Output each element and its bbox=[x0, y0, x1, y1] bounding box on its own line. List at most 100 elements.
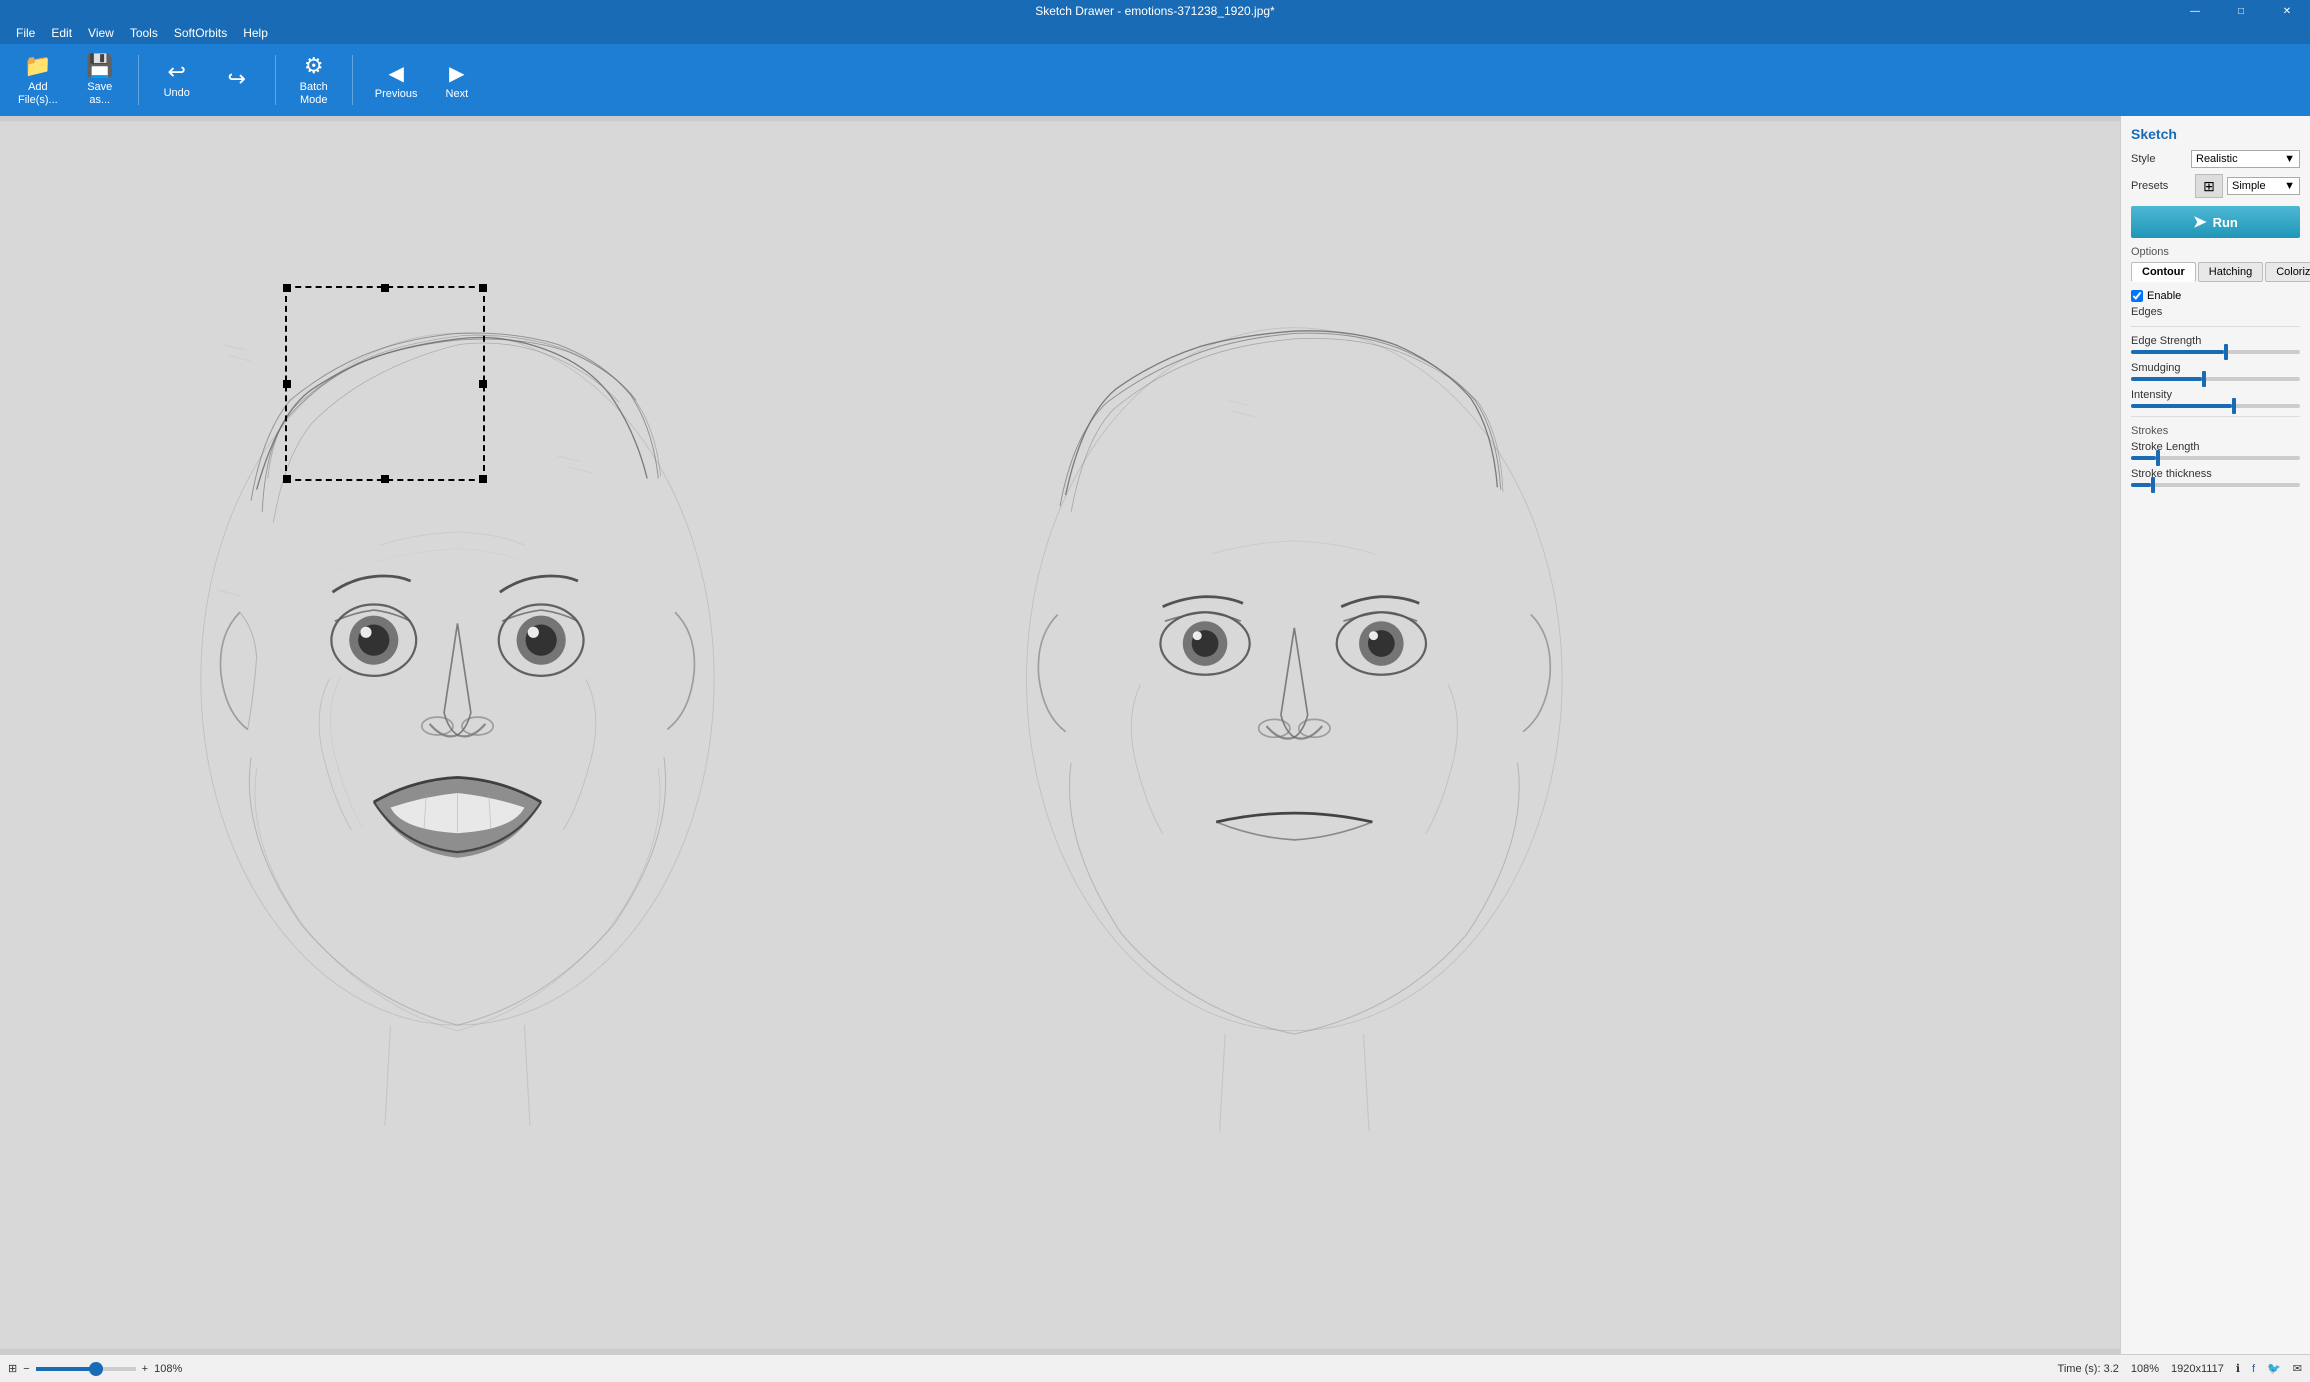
status-bar: ⊞ − + 108% Time (s): 3.2 108% 1920x1117 … bbox=[0, 1354, 2310, 1382]
tab-contour[interactable]: Contour bbox=[2131, 262, 2196, 282]
edge-strength-track[interactable] bbox=[2131, 350, 2300, 354]
add-files-label: AddFile(s)... bbox=[18, 81, 58, 107]
stroke-thickness-track[interactable] bbox=[2131, 483, 2300, 487]
zoom-slider-thumb[interactable] bbox=[89, 1362, 103, 1376]
next-icon: ▶ bbox=[449, 61, 464, 86]
enable-edges-row: Enable bbox=[2131, 290, 2300, 302]
facebook-icon[interactable]: f bbox=[2252, 1363, 2255, 1375]
edges-label: Edges bbox=[2131, 306, 2300, 318]
intensity-thumb[interactable] bbox=[2232, 398, 2236, 414]
presets-value: Simple bbox=[2232, 180, 2266, 192]
toolbar-divider-1 bbox=[138, 55, 139, 105]
presets-icon-btn[interactable]: ⊞ bbox=[2195, 174, 2223, 198]
presets-dropdown-arrow: ▼ bbox=[2284, 180, 2295, 192]
menu-file[interactable]: File bbox=[8, 24, 43, 42]
minimize-button[interactable]: — bbox=[2172, 0, 2218, 22]
zoom-out-icon[interactable]: − bbox=[23, 1363, 29, 1375]
enable-edges-label: Enable bbox=[2147, 290, 2181, 302]
menu-tools[interactable]: Tools bbox=[122, 24, 166, 42]
redo-button[interactable]: ↪ bbox=[209, 48, 265, 112]
tab-hatching[interactable]: Hatching bbox=[2198, 262, 2263, 282]
status-bar-right: Time (s): 3.2 108% 1920x1117 ℹ f 🐦 ✉ bbox=[2058, 1362, 2302, 1375]
divider-2 bbox=[2131, 416, 2300, 417]
style-value: Realistic bbox=[2196, 153, 2238, 165]
window-title: Sketch Drawer - emotions-371238_1920.jpg… bbox=[1035, 4, 1274, 18]
intensity-slider-row: Intensity bbox=[2131, 389, 2300, 408]
mail-icon[interactable]: ✉ bbox=[2293, 1362, 2302, 1375]
toolbar-divider-3 bbox=[352, 55, 353, 105]
zoom-percent: 108% bbox=[154, 1363, 182, 1375]
run-label: Run bbox=[2213, 215, 2238, 230]
right-panel: Sketch Style Realistic ▼ Presets ⊞ Simpl… bbox=[2120, 116, 2310, 1354]
style-label: Style bbox=[2131, 153, 2191, 165]
presets-row: Presets ⊞ Simple ▼ bbox=[2131, 174, 2300, 198]
menu-edit[interactable]: Edit bbox=[43, 24, 80, 42]
edge-strength-thumb[interactable] bbox=[2224, 344, 2228, 360]
menu-view[interactable]: View bbox=[80, 24, 122, 42]
smudging-track[interactable] bbox=[2131, 377, 2300, 381]
zoom-slider[interactable] bbox=[36, 1367, 136, 1371]
enable-edges-checkbox[interactable] bbox=[2131, 290, 2143, 302]
add-files-button[interactable]: 📁 AddFile(s)... bbox=[8, 48, 68, 112]
smudging-thumb[interactable] bbox=[2202, 371, 2206, 387]
intensity-fill bbox=[2131, 404, 2232, 408]
redo-icon: ↪ bbox=[228, 66, 246, 92]
run-arrow-icon: ➤ bbox=[2193, 212, 2206, 232]
resolution-label: 1920x1117 bbox=[2171, 1363, 2224, 1375]
batch-mode-icon: ⚙ bbox=[304, 53, 324, 79]
next-button[interactable]: ▶ Next bbox=[434, 48, 481, 112]
options-tabs: Contour Hatching Colorize bbox=[2131, 262, 2300, 282]
sketch-canvas bbox=[0, 116, 2120, 1354]
next-label: Next bbox=[446, 88, 469, 100]
close-button[interactable]: ✕ bbox=[2264, 0, 2310, 22]
fit-icon[interactable]: ⊞ bbox=[8, 1362, 17, 1375]
intensity-label: Intensity bbox=[2131, 389, 2300, 401]
run-button[interactable]: ➤ Run bbox=[2131, 206, 2300, 238]
undo-icon: ↩ bbox=[168, 59, 186, 85]
divider-1 bbox=[2131, 326, 2300, 327]
previous-icon: ◀ bbox=[388, 61, 403, 86]
smudging-label: Smudging bbox=[2131, 362, 2300, 374]
tab-colorize[interactable]: Colorize bbox=[2265, 262, 2310, 282]
batch-mode-button[interactable]: ⚙ BatchMode bbox=[286, 48, 342, 112]
edge-strength-fill bbox=[2131, 350, 2224, 354]
toolbar-divider-2 bbox=[275, 55, 276, 105]
canvas-area[interactable] bbox=[0, 116, 2120, 1354]
maximize-button[interactable]: □ bbox=[2218, 0, 2264, 22]
intensity-track[interactable] bbox=[2131, 404, 2300, 408]
info-icon[interactable]: ℹ bbox=[2236, 1362, 2240, 1375]
style-dropdown[interactable]: Realistic ▼ bbox=[2191, 150, 2300, 168]
edge-strength-label: Edge Strength bbox=[2131, 335, 2300, 347]
style-row: Style Realistic ▼ bbox=[2131, 150, 2300, 168]
edge-strength-slider-row: Edge Strength bbox=[2131, 335, 2300, 354]
twitter-icon[interactable]: 🐦 bbox=[2267, 1362, 2281, 1375]
stroke-thickness-label: Stroke thickness bbox=[2131, 468, 2300, 480]
title-bar: Sketch Drawer - emotions-371238_1920.jpg… bbox=[0, 0, 2310, 22]
add-files-icon: 📁 bbox=[24, 53, 51, 79]
stroke-length-thumb[interactable] bbox=[2156, 450, 2160, 466]
previous-button[interactable]: ◀ Previous bbox=[363, 48, 430, 112]
stroke-length-track[interactable] bbox=[2131, 456, 2300, 460]
presets-dropdown[interactable]: Simple ▼ bbox=[2227, 177, 2300, 195]
menu-bar: File Edit View Tools SoftOrbits Help bbox=[0, 22, 2310, 44]
undo-button[interactable]: ↩ Undo bbox=[149, 48, 205, 112]
menu-help[interactable]: Help bbox=[235, 24, 276, 42]
batch-mode-label: BatchMode bbox=[300, 81, 328, 107]
undo-label: Undo bbox=[164, 87, 190, 100]
strokes-label: Strokes bbox=[2131, 425, 2300, 437]
menu-softorbits[interactable]: SoftOrbits bbox=[166, 24, 235, 42]
save-as-label: Saveas... bbox=[87, 81, 112, 107]
stroke-thickness-fill bbox=[2131, 483, 2151, 487]
canvas-background bbox=[0, 116, 2120, 1354]
zoom-slider-fill bbox=[36, 1367, 96, 1371]
save-as-button[interactable]: 💾 Saveas... bbox=[72, 48, 128, 112]
presets-label: Presets bbox=[2131, 180, 2191, 192]
save-as-icon: 💾 bbox=[86, 53, 113, 79]
stroke-thickness-thumb[interactable] bbox=[2151, 477, 2155, 493]
style-dropdown-arrow: ▼ bbox=[2284, 153, 2295, 165]
zoom-in-icon[interactable]: + bbox=[142, 1363, 148, 1375]
stroke-length-slider-row: Stroke Length bbox=[2131, 441, 2300, 460]
smudging-slider-row: Smudging bbox=[2131, 362, 2300, 381]
window-controls: — □ ✕ bbox=[2172, 0, 2310, 22]
status-bar-left: ⊞ − + 108% bbox=[8, 1362, 182, 1375]
